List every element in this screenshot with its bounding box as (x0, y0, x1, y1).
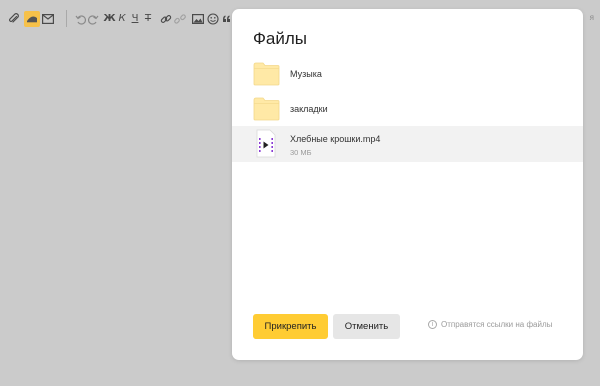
links-hint: i Отправятся ссылки на файлы (428, 320, 552, 329)
underline-button[interactable]: Ч (130, 11, 140, 27)
file-row-video[interactable]: Хлебные крошки.mp4 30 МБ (232, 126, 583, 162)
emoji-icon[interactable] (206, 11, 219, 27)
files-modal: Файлы Музыка закладки Хлебные крошки.mp4… (232, 9, 583, 360)
file-name: Хлебные крошки.mp4 (290, 134, 381, 144)
info-icon: i (428, 320, 437, 329)
mail-icon[interactable] (41, 11, 55, 27)
video-file-icon (256, 129, 276, 159)
strikethrough-button[interactable]: Т (143, 11, 153, 27)
quote-icon[interactable] (221, 11, 231, 27)
link-icon[interactable] (160, 11, 172, 27)
redo-icon[interactable] (87, 11, 99, 27)
file-size: 30 МБ (290, 148, 312, 157)
attach-button[interactable]: Прикрепить (253, 314, 328, 339)
image-icon[interactable] (191, 11, 204, 27)
toolbar-separator (66, 10, 67, 27)
modal-title: Файлы (253, 29, 308, 48)
folder-icon (253, 95, 280, 123)
file-name: закладки (290, 104, 328, 114)
italic-button[interactable]: К (117, 11, 127, 27)
file-row-bookmarks-folder[interactable]: закладки (232, 91, 583, 127)
folder-icon (253, 60, 280, 88)
toolbar-right-text: я (589, 13, 594, 22)
cancel-button[interactable]: Отменить (333, 314, 400, 339)
file-name: Музыка (290, 69, 322, 79)
file-row-music-folder[interactable]: Музыка (232, 56, 583, 92)
disk-icon[interactable] (24, 11, 40, 27)
hint-text: Отправятся ссылки на файлы (441, 320, 553, 329)
undo-icon[interactable] (74, 11, 86, 27)
unlink-icon[interactable] (174, 11, 186, 27)
attach-icon[interactable] (7, 11, 21, 27)
bold-button[interactable]: Ж (103, 11, 115, 27)
